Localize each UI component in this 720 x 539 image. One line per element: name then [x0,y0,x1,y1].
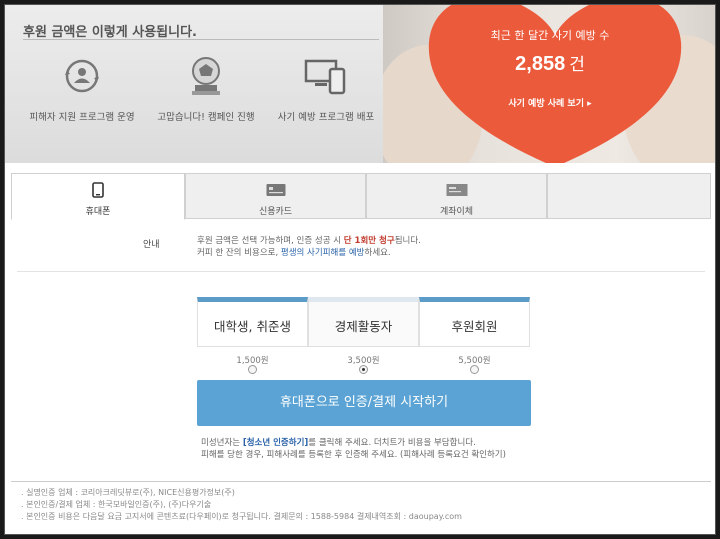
feature-label: 피해자 지원 프로그램 운영 [29,112,135,123]
option-label: 경제활동자 [334,319,393,334]
feature-label: 사기 예방 프로그램 배포 [277,112,375,123]
banner-divider [23,39,379,40]
campaign-badge-icon [192,57,220,95]
option-label: 대학생, 취준생 [214,319,291,334]
notice-text-part: 됩니다. [394,236,421,246]
notice-highlight: 단 1회만 청구 [343,236,395,246]
radio-student[interactable] [248,365,257,374]
help-line-1: 미성년자는 [청소년 인증하기]를 클릭해 주세요. 더치트가 비용을 부담합니… [201,437,506,449]
option-student[interactable]: 대학생, 취준생 [197,297,308,347]
banner-title: 후원 금액은 이렇게 사용됩니다. [23,25,197,40]
credit-card-icon [266,184,285,196]
prevention-count: 2,858 [515,53,566,75]
footer-line: . 본인인증 비용은 다음달 요금 고지서에 콘텐츠료(다우페이)로 청구됩니다… [21,512,462,521]
support-user-icon [65,59,99,93]
tab-empty [547,173,711,219]
payment-method-tabs: 휴대폰 신용카드 계좌이체 [11,173,711,220]
view-cases-link[interactable]: 사기 예방 사례 보기 ▸ [383,96,715,109]
feature-label: 고맙습니다! 캠페인 진행 [157,112,255,123]
notice-line-2: 커피 한 잔의 비용으로, 평생의 사기피해를 예방하세요. [197,247,421,259]
help-text-part: 미성년자는 [201,438,243,448]
devices-icon [304,59,346,95]
help-text-part: 를 클릭해 주세요. 더치트가 비용을 부담합니다. [308,438,476,448]
donation-banner: 후원 금액은 이렇게 사용됩니다. 피해자 지원 프로그램 운영 고맙습니다! … [5,5,715,163]
footer-line: . 실명인증 업체 : 코리아크레딧뷰로(주), NICE신용평가정보(주) [21,488,235,497]
notice-text-part: 후원 금액은 선택 가능하며, 인증 성공 시 [197,236,344,246]
feature-prevention: 사기 예방 프로그램 배포 [261,53,391,123]
start-mobile-auth-button[interactable]: 휴대폰으로 인증/결제 시작하기 [197,380,531,426]
prevention-stat: 2,858 건 [383,50,715,76]
membership-options: 대학생, 취준생 경제활동자 후원회원 [197,297,531,347]
tab-label: 휴대폰 [85,207,111,217]
footer-divider [11,481,711,482]
tab-credit-card[interactable]: 신용카드 [185,173,366,219]
notice-line-1: 후원 금액은 선택 가능하며, 인증 성공 시 단 1회만 청구됩니다. [197,235,421,247]
tab-bank-transfer[interactable]: 계좌이체 [366,173,547,219]
notice-label: 안내 [143,240,160,250]
payment-window: 후원 금액은 이렇게 사용됩니다. 피해자 지원 프로그램 운영 고맙습니다! … [4,4,716,535]
option-worker[interactable]: 경제활동자 [308,297,419,347]
option-label: 후원회원 [451,319,498,334]
divider [17,271,705,272]
mobile-phone-icon [92,182,104,198]
tab-label: 신용카드 [258,207,293,217]
footer-line: . 본인인증/결제 업체 : 한국모바일인증(주), (주)다우기술 [21,500,212,509]
notice-text: 후원 금액은 선택 가능하며, 인증 성공 시 단 1회만 청구됩니다. 커피 … [197,235,421,259]
help-text: 미성년자는 [청소년 인증하기]를 클릭해 주세요. 더치트가 비용을 부담합니… [201,437,506,461]
tab-label: 계좌이체 [439,207,474,217]
feature-victim-support: 피해자 지원 프로그램 운영 [17,53,147,123]
radio-worker[interactable] [359,365,368,374]
youth-verify-link[interactable]: [청소년 인증하기] [243,438,308,448]
notice-text-part: 커피 한 잔의 비용으로, [197,248,281,258]
bank-transfer-icon [446,184,467,196]
prevention-unit: 건 [569,55,585,75]
radio-sponsor[interactable] [470,365,479,374]
tab-mobile-phone[interactable]: 휴대폰 [11,173,185,220]
footer-info: . 실명인증 업체 : 코리아크레딧뷰로(주), NICE신용평가정보(주) .… [21,487,462,523]
option-sponsor[interactable]: 후원회원 [419,297,530,347]
help-line-2: 피해를 당한 경우, 피해사례를 등록한 후 인증해 주세요. (피해사례 등록… [201,450,506,460]
feature-campaign: 고맙습니다! 캠페인 진행 [141,53,271,123]
prevention-stat-label: 최근 한 달간 사기 예방 수 [490,29,610,42]
notice-highlight: 평생의 사기피해를 예방 [280,248,365,258]
notice-text-part: 하세요. [364,248,391,258]
